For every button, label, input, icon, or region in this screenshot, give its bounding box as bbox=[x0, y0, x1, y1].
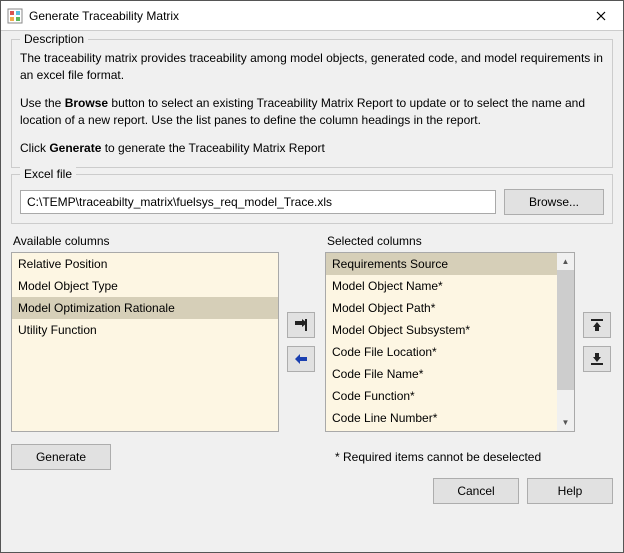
title-bar: Generate Traceability Matrix bbox=[1, 1, 623, 31]
selected-columns-list[interactable]: Requirements SourceModel Object Name*Mod… bbox=[325, 252, 575, 432]
client-area: Description The traceability matrix prov… bbox=[1, 31, 623, 552]
description-para1: The traceability matrix provides traceab… bbox=[20, 50, 604, 85]
reorder-buttons bbox=[583, 234, 613, 432]
description-para3: Click Generate to generate the Traceabil… bbox=[20, 140, 604, 157]
bottom-row: Generate * Required items cannot be dese… bbox=[11, 444, 613, 470]
description-para2: Use the Browse button to select an exist… bbox=[20, 95, 604, 130]
add-column-button[interactable] bbox=[287, 312, 315, 338]
excel-file-group: Excel file Browse... bbox=[11, 174, 613, 224]
app-icon bbox=[7, 8, 23, 24]
required-note: * Required items cannot be deselected bbox=[335, 450, 541, 464]
list-item[interactable]: Code Line Number* bbox=[326, 407, 557, 429]
selected-list-scrollbar[interactable]: ▲ ▼ bbox=[557, 253, 574, 431]
list-item[interactable]: Requirements Source bbox=[326, 253, 557, 275]
browse-button[interactable]: Browse... bbox=[504, 189, 604, 215]
columns-area: Available columns Relative PositionModel… bbox=[11, 234, 613, 432]
dialog-window: Generate Traceability Matrix Description… bbox=[0, 0, 624, 553]
description-body: The traceability matrix provides traceab… bbox=[20, 50, 604, 157]
selected-columns-panel: Selected columns Requirements SourceMode… bbox=[325, 234, 575, 432]
dialog-buttons: Cancel Help bbox=[11, 476, 613, 504]
available-columns-panel: Available columns Relative PositionModel… bbox=[11, 234, 279, 432]
excel-path-input[interactable] bbox=[20, 190, 496, 214]
list-item[interactable]: Relative Position bbox=[12, 253, 278, 275]
list-item[interactable]: Model Object Unique ID* bbox=[326, 429, 557, 432]
desc-text: Use the bbox=[20, 96, 65, 110]
move-up-button[interactable] bbox=[583, 312, 611, 338]
scroll-down-icon[interactable]: ▼ bbox=[557, 414, 574, 431]
move-down-button[interactable] bbox=[583, 346, 611, 372]
transfer-buttons bbox=[287, 234, 317, 432]
desc-bold-generate: Generate bbox=[49, 141, 101, 155]
list-item[interactable]: Model Object Path* bbox=[326, 297, 557, 319]
cancel-button[interactable]: Cancel bbox=[433, 478, 519, 504]
window-title: Generate Traceability Matrix bbox=[29, 9, 579, 23]
list-item[interactable]: Model Object Subsystem* bbox=[326, 319, 557, 341]
list-item[interactable]: Model Object Name* bbox=[326, 275, 557, 297]
list-item[interactable]: Code Function* bbox=[326, 385, 557, 407]
generate-button[interactable]: Generate bbox=[11, 444, 111, 470]
list-item[interactable]: Code File Name* bbox=[326, 363, 557, 385]
scroll-thumb[interactable] bbox=[557, 270, 574, 390]
available-columns-list[interactable]: Relative PositionModel Object TypeModel … bbox=[11, 252, 279, 432]
available-columns-label: Available columns bbox=[11, 234, 279, 248]
desc-bold-browse: Browse bbox=[65, 96, 108, 110]
description-legend: Description bbox=[20, 32, 88, 46]
description-group: Description The traceability matrix prov… bbox=[11, 39, 613, 168]
remove-column-button[interactable] bbox=[287, 346, 315, 372]
list-item[interactable]: Code File Location* bbox=[326, 341, 557, 363]
desc-text: Click bbox=[20, 141, 49, 155]
desc-text: to generate the Traceability Matrix Repo… bbox=[101, 141, 324, 155]
selected-columns-label: Selected columns bbox=[325, 234, 575, 248]
list-item[interactable]: Utility Function bbox=[12, 319, 278, 341]
close-button[interactable] bbox=[579, 1, 623, 31]
help-button[interactable]: Help bbox=[527, 478, 613, 504]
list-item[interactable]: Model Optimization Rationale bbox=[12, 297, 278, 319]
list-item[interactable]: Model Object Type bbox=[12, 275, 278, 297]
scroll-up-icon[interactable]: ▲ bbox=[557, 253, 574, 270]
excel-file-legend: Excel file bbox=[20, 167, 76, 181]
